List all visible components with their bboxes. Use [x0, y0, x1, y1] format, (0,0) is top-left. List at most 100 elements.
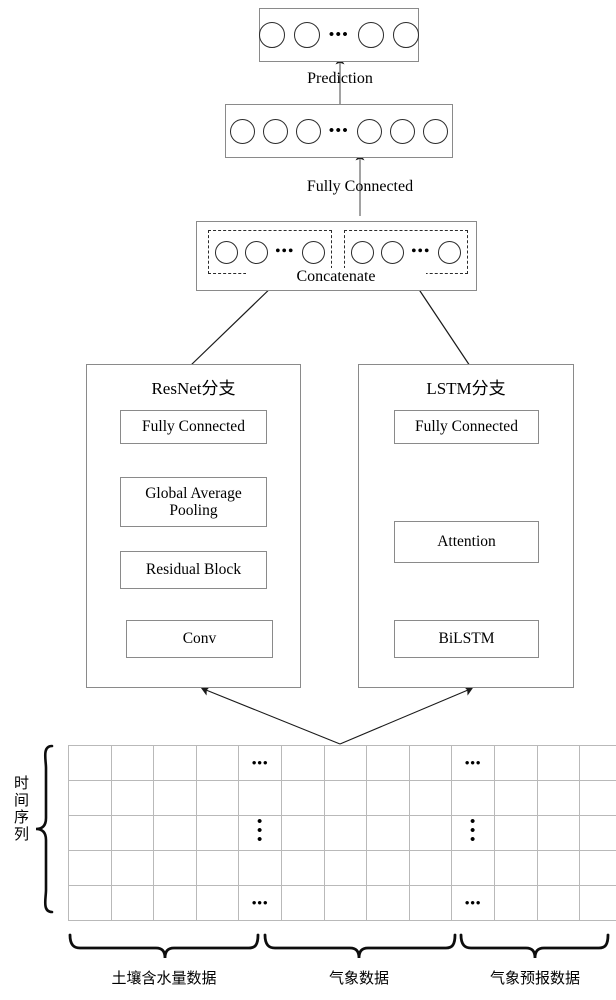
lstm-attention-box: Attention [394, 521, 539, 563]
grid-cell [68, 745, 112, 781]
grid-cell [280, 745, 325, 781]
grid-cell [323, 745, 368, 781]
grid-cell [280, 780, 325, 816]
resnet-fully-connected-box: Fully Connected [120, 410, 267, 444]
grid-cell [536, 885, 581, 921]
neuron-circle [437, 240, 461, 264]
input-data-table: ••• ••• • • • • • • ••• ••• [68, 745, 616, 921]
grid-cell [195, 885, 240, 921]
grid-row: ••• ••• [68, 885, 616, 921]
lstm-fully-connected-box: Fully Connected [394, 410, 539, 444]
neuron-circle [423, 118, 449, 144]
grid-cell [68, 815, 112, 851]
arrow-lstm-to-concat [411, 277, 471, 367]
prediction-output-layer: ••• [258, 8, 420, 62]
grid-cell [408, 850, 453, 886]
input-data-grid: ••• ••• • • • • • • ••• ••• [68, 745, 616, 921]
ellipsis-horizontal: ••• [411, 244, 431, 259]
grid-cell [536, 850, 581, 886]
grid-cell [195, 780, 240, 816]
neuron-circle [245, 240, 269, 264]
grid-cell [408, 780, 453, 816]
lstm-branch-title: LSTM分支 [426, 379, 506, 398]
arrow-input-to-branches [200, 686, 473, 745]
meteorological-data-label: 气象数据 [328, 969, 389, 987]
grid-cell [579, 745, 616, 781]
grid-cell [536, 780, 581, 816]
grid-cell [110, 815, 155, 851]
neuron-circle [258, 22, 285, 48]
meteorological-forecast-data-label: 气象预报数据 [489, 969, 580, 987]
column-group-braces [68, 933, 610, 959]
grid-row [68, 850, 616, 886]
neuron-circle [351, 240, 375, 264]
arrow-resnet-to-concat [189, 278, 281, 367]
grid-cell [110, 745, 155, 781]
grid-cell [579, 815, 616, 851]
grid-cell [153, 745, 197, 781]
grid-cell-ellipsis: ••• [451, 745, 495, 781]
grid-row [68, 780, 616, 816]
neuron-circle [301, 240, 325, 264]
neuron-circle [262, 118, 288, 144]
architecture-diagram: ••• Prediction ••• Fully Connected ••• •… [0, 0, 616, 1000]
neuron-circle [357, 118, 383, 144]
grid-cell [110, 780, 155, 816]
grid-cell [280, 815, 325, 851]
grid-cell [493, 745, 538, 781]
grid-cell [451, 780, 495, 816]
grid-cell [366, 780, 410, 816]
lstm-bilstm-box: BiLSTM [394, 620, 539, 658]
time-series-label: 时间序列 [12, 775, 30, 843]
time-series-brace [35, 744, 54, 914]
grid-cell [366, 745, 410, 781]
neuron-circle [293, 22, 320, 48]
grid-cell [366, 815, 410, 851]
lstm-bilstm-label: BiLSTM [438, 630, 495, 648]
ellipsis-horizontal: ••• [328, 122, 350, 139]
grid-cell [323, 780, 368, 816]
resnet-global-average-pooling-label: Global Average Pooling [145, 484, 242, 519]
neuron-circle [393, 22, 420, 48]
fully-connected-layer: ••• [225, 104, 453, 158]
neuron-circle [358, 22, 385, 48]
neuron-circle [295, 118, 321, 144]
grid-cell [280, 850, 325, 886]
grid-cell [493, 780, 538, 816]
grid-row: ••• ••• [68, 745, 616, 781]
grid-cell [579, 850, 616, 886]
grid-cell-ellipsis: ••• [238, 885, 282, 921]
grid-cell [68, 850, 112, 886]
grid-cell [153, 885, 197, 921]
ellipsis-vertical: • • • [257, 813, 264, 849]
grid-cell [110, 885, 155, 921]
ellipsis-horizontal: ••• [275, 244, 295, 259]
grid-cell [408, 745, 453, 781]
neuron-circle [229, 118, 255, 144]
resnet-branch-title: ResNet分支 [151, 379, 236, 398]
grid-cell [68, 780, 112, 816]
grid-cell [451, 850, 495, 886]
grid-cell: • • • [451, 814, 495, 851]
grid-cell [153, 850, 197, 886]
resnet-residual-block-label: Residual Block [145, 561, 242, 579]
grid-cell [238, 850, 282, 886]
grid-cell: • • • [238, 813, 282, 851]
grid-cell [110, 850, 155, 886]
grid-cell [323, 850, 368, 886]
grid-cell [536, 815, 581, 851]
neuron-circle [390, 118, 416, 144]
grid-cell [280, 885, 325, 921]
grid-cell [68, 885, 112, 921]
grid-cell [366, 850, 410, 886]
ellipsis-horizontal: ••• [328, 26, 350, 43]
grid-row: ••• ••• [68, 813, 616, 851]
concatenate-label: Concatenate [246, 268, 426, 286]
grid-cell [579, 780, 616, 816]
grid-cell [493, 815, 538, 851]
resnet-fully-connected-label: Fully Connected [142, 418, 245, 436]
grid-cell [323, 885, 368, 921]
grid-cell-ellipsis: ••• [238, 745, 282, 781]
grid-cell [195, 745, 240, 781]
resnet-global-average-pooling-box: Global Average Pooling [120, 477, 267, 527]
